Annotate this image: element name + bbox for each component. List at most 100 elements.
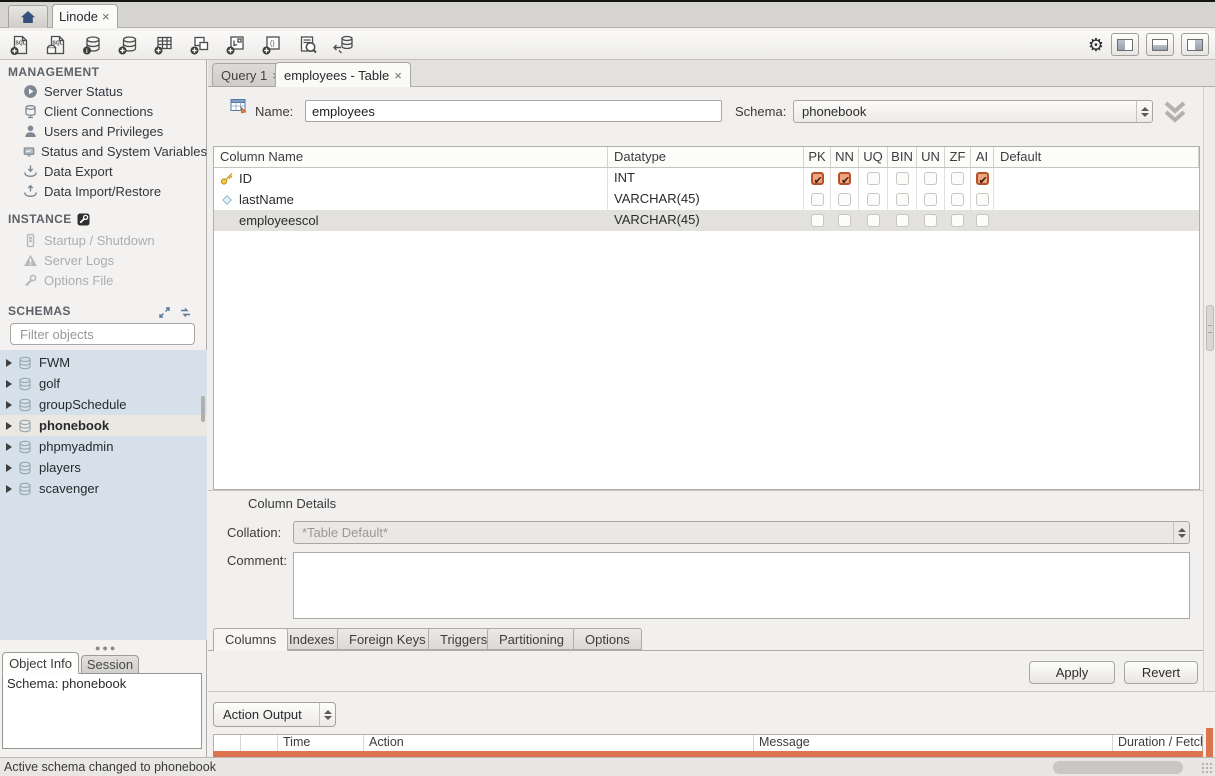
expander-icon[interactable] [6, 464, 12, 472]
column-row-id[interactable]: ID INT [214, 168, 1199, 189]
column-datatype[interactable]: VARCHAR(45) [608, 210, 804, 231]
new-sql-tab-icon[interactable]: SQL [8, 33, 32, 57]
header-bin[interactable]: BIN [888, 147, 917, 167]
checkbox-nn[interactable] [838, 172, 851, 185]
checkbox-uq[interactable] [867, 214, 880, 227]
close-icon[interactable] [394, 68, 402, 83]
schema-select[interactable]: phonebook [793, 100, 1153, 123]
reconnect-database-icon[interactable] [332, 33, 356, 57]
tab-columns[interactable]: Columns [213, 628, 288, 651]
expander-icon[interactable] [6, 359, 12, 367]
sidebar-item-server-logs[interactable]: Server Logs [0, 250, 207, 270]
tab-foreign-keys[interactable]: Foreign Keys [337, 628, 438, 650]
column-datatype[interactable]: INT [608, 168, 804, 189]
expand-panel-icon[interactable] [158, 306, 171, 319]
checkbox-bin[interactable] [896, 214, 909, 227]
checkbox-zf[interactable] [951, 193, 964, 206]
expander-icon[interactable] [6, 443, 12, 451]
checkbox-bin[interactable] [896, 193, 909, 206]
tab-session[interactable]: Session [81, 655, 139, 674]
schema-row-scavenger[interactable]: scavenger [0, 478, 207, 499]
header-ai[interactable]: AI [971, 147, 994, 167]
apply-button[interactable]: Apply [1029, 661, 1115, 684]
checkbox-ai[interactable] [976, 193, 989, 206]
checkbox-pk[interactable] [811, 172, 824, 185]
create-view-icon[interactable] [188, 33, 212, 57]
expander-icon[interactable] [6, 485, 12, 493]
sidebar-item-startup-shutdown[interactable]: Startup / Shutdown [0, 230, 207, 250]
create-schema-icon[interactable] [116, 33, 140, 57]
home-tab[interactable] [8, 5, 48, 28]
horizontal-scrollbar-handle[interactable] [1053, 761, 1183, 774]
header-time[interactable]: Time [278, 735, 364, 751]
sidebar-item-options-file[interactable]: Options File [0, 270, 207, 290]
expander-icon[interactable] [6, 422, 12, 430]
search-table-data-icon[interactable] [296, 33, 320, 57]
checkbox-un[interactable] [924, 214, 937, 227]
inspect-database-icon[interactable]: i [80, 33, 104, 57]
header-duration-fetch[interactable]: Duration / Fetch [1113, 735, 1202, 751]
header-column-name[interactable]: Column Name [214, 147, 608, 167]
column-datatype[interactable]: VARCHAR(45) [608, 189, 804, 210]
tab-employees-table[interactable]: employees - Table [275, 62, 411, 87]
header-uq[interactable]: UQ [859, 147, 888, 167]
tab-object-info[interactable]: Object Info [2, 652, 79, 674]
header-default[interactable]: Default [994, 147, 1199, 167]
sidebar-item-data-import[interactable]: Data Import/Restore [0, 181, 207, 201]
sidebar-item-client-connections[interactable]: Client Connections [0, 101, 207, 121]
column-default[interactable] [994, 168, 1199, 189]
create-procedure-icon[interactable] [224, 33, 248, 57]
schema-row-phpmyadmin[interactable]: phpmyadmin [0, 436, 207, 457]
checkbox-zf[interactable] [951, 214, 964, 227]
expander-icon[interactable] [6, 401, 12, 409]
column-default[interactable] [994, 189, 1199, 210]
checkbox-ai[interactable] [976, 214, 989, 227]
checkbox-pk[interactable] [811, 214, 824, 227]
schema-row-fwm[interactable]: FWM [0, 352, 207, 373]
revert-button[interactable]: Revert [1124, 661, 1198, 684]
header-datatype[interactable]: Datatype [608, 147, 804, 167]
toggle-right-panel-button[interactable] [1181, 33, 1209, 56]
stepper-icon[interactable] [319, 703, 335, 726]
action-output-select[interactable]: Action Output [213, 702, 336, 727]
header-action[interactable]: Action [364, 735, 754, 751]
checkbox-pk[interactable] [811, 193, 824, 206]
checkbox-zf[interactable] [951, 172, 964, 185]
column-default[interactable] [994, 210, 1199, 231]
schema-row-players[interactable]: players [0, 457, 207, 478]
schema-filter[interactable] [10, 323, 195, 345]
checkbox-nn[interactable] [838, 214, 851, 227]
column-row-lastname[interactable]: lastName VARCHAR(45) [214, 189, 1199, 210]
create-function-icon[interactable]: () [260, 33, 284, 57]
vertical-scrollbar-handle[interactable] [1206, 305, 1214, 351]
header-message[interactable]: Message [754, 735, 1113, 751]
header-nn[interactable]: NN [831, 147, 859, 167]
checkbox-bin[interactable] [896, 172, 909, 185]
toggle-left-panel-button[interactable] [1111, 33, 1139, 56]
stepper-icon[interactable] [1173, 522, 1189, 543]
close-icon[interactable] [102, 9, 110, 24]
connection-tab[interactable]: Linode [52, 4, 118, 28]
resize-grip-icon[interactable] [1201, 762, 1213, 774]
checkbox-ai[interactable] [976, 172, 989, 185]
open-sql-file-icon[interactable]: SQL [44, 33, 68, 57]
checkbox-uq[interactable] [867, 172, 880, 185]
collation-select[interactable]: *Table Default* [293, 521, 1190, 544]
table-name-input[interactable] [305, 100, 722, 122]
column-row-employeescol[interactable]: employeescol VARCHAR(45) [214, 210, 1199, 231]
checkbox-un[interactable] [924, 172, 937, 185]
sidebar-item-data-export[interactable]: Data Export [0, 161, 207, 181]
header-un[interactable]: UN [917, 147, 945, 167]
chevron-double-down-icon[interactable] [1162, 100, 1188, 124]
stepper-icon[interactable] [1136, 101, 1152, 122]
schema-row-golf[interactable]: golf [0, 373, 207, 394]
header-zf[interactable]: ZF [945, 147, 971, 167]
expander-icon[interactable] [6, 380, 12, 388]
dashboard-gear-icon[interactable]: ⚙ [1088, 36, 1104, 54]
comment-textarea[interactable] [293, 552, 1190, 619]
sidebar-scrollbar[interactable] [201, 396, 205, 422]
checkbox-un[interactable] [924, 193, 937, 206]
sidebar-item-users-privileges[interactable]: Users and Privileges [0, 121, 207, 141]
sidebar-item-status-system-variables[interactable]: Status and System Variables [0, 141, 207, 161]
refresh-schemas-icon[interactable] [179, 306, 192, 319]
